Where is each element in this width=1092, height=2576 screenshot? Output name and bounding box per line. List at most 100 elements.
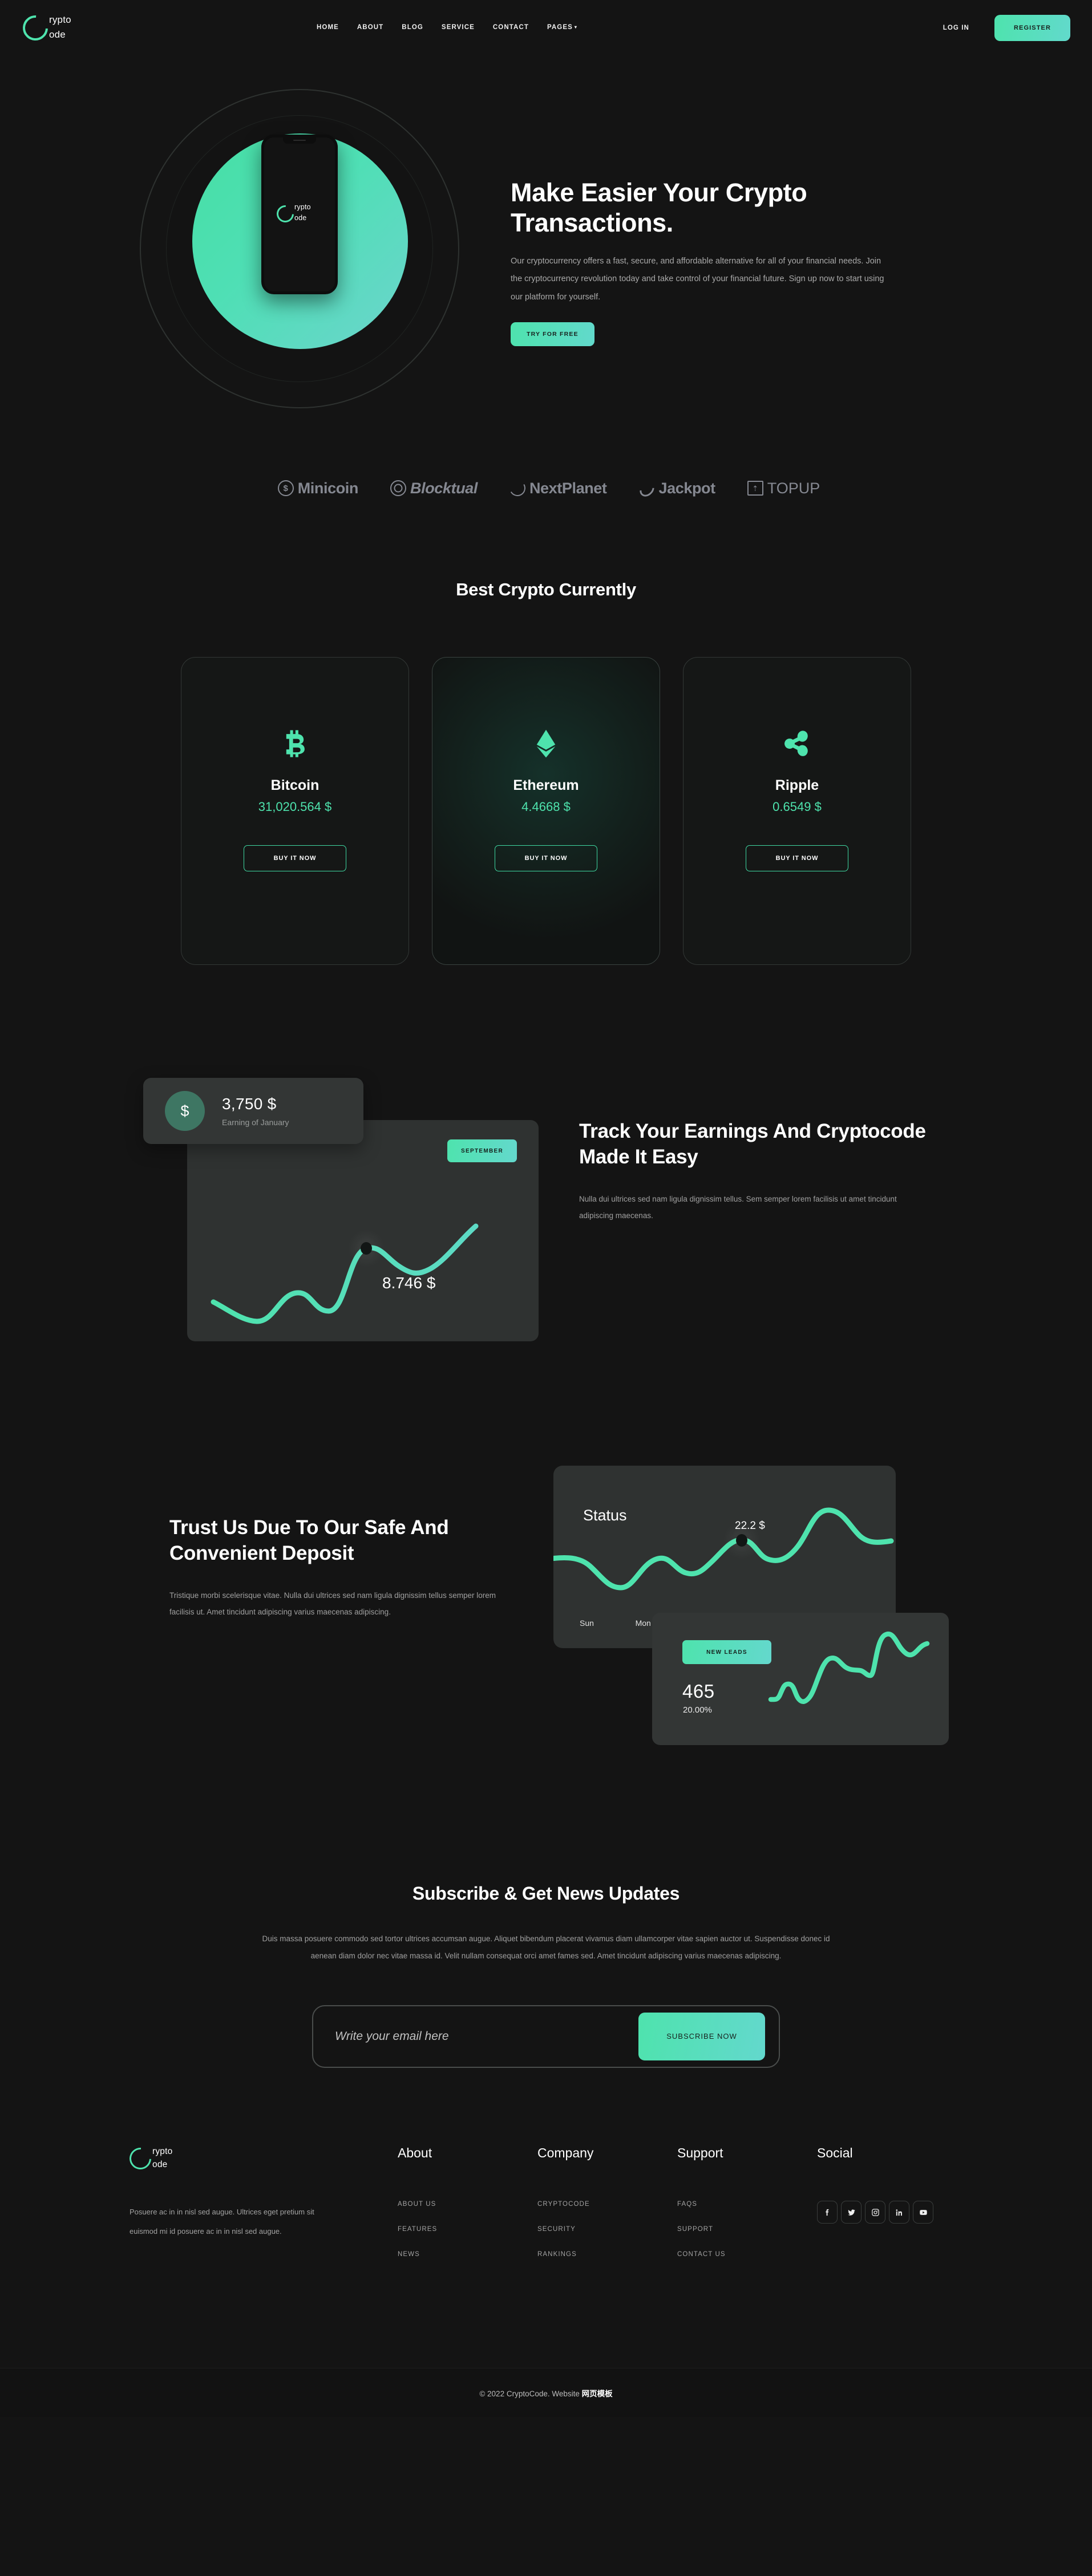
- youtube-icon[interactable]: [913, 2201, 933, 2224]
- facebook-icon[interactable]: [817, 2201, 838, 2224]
- earnings-amount: 3,750 $: [222, 1095, 277, 1113]
- nav-item-about[interactable]: ABOUT: [357, 24, 383, 31]
- phone-logo-c-ring-icon: [273, 201, 298, 226]
- footer-link-features[interactable]: FEATURES: [398, 2226, 537, 2233]
- phone-notch: [283, 137, 316, 144]
- copyright-link[interactable]: 网页模板: [582, 2390, 613, 2398]
- footer-column-company: Company CRYPTOCODE SECURITY RANKINGS: [537, 2145, 677, 2258]
- partner-minicoin[interactable]: $ Minicoin: [277, 479, 359, 497]
- track-title: Track Your Earnings And Cryptocode Made …: [579, 1120, 926, 1168]
- page-root: rypto ode HOME ABOUT BLOG SERVICE CONTAC…: [0, 0, 1092, 2417]
- partner-topup-label: TOPUP: [767, 479, 820, 497]
- track-copy: Track Your Earnings And Cryptocode Made …: [579, 1119, 933, 1224]
- footer-logo[interactable]: rypto ode: [125, 2143, 221, 2177]
- track-subtitle: Nulla dui ultrices sed nam ligula dignis…: [579, 1194, 897, 1220]
- footer-link-cryptocode[interactable]: CRYPTOCODE: [537, 2201, 677, 2208]
- twitter-icon[interactable]: [841, 2201, 862, 2224]
- buy-it-now-button-bitcoin[interactable]: BUY IT NOW: [244, 845, 346, 871]
- partner-topup[interactable]: ⇡ TOPUP: [747, 480, 820, 497]
- crypto-card-ripple[interactable]: Ripple 0.6549 $ BUY IT NOW: [683, 657, 911, 965]
- footer-logo-line1: rypto: [152, 2147, 173, 2156]
- footer-link-contact-us[interactable]: CONTACT US: [677, 2251, 817, 2258]
- new-leads-line-chart: [768, 1632, 930, 1704]
- partner-minicoin-label: Minicoin: [297, 479, 359, 497]
- hero-title: Make Easier Your Crypto Transactions.: [511, 178, 807, 238]
- phone-logo-line2: ode: [294, 214, 307, 222]
- best-crypto-title: Best Crypto Currently: [456, 579, 636, 599]
- dollar-coin-icon: $: [277, 480, 294, 496]
- phone-screen-logo: rypto ode: [273, 201, 322, 227]
- trust-title: Trust Us Due To Our Safe And Convenient …: [169, 1516, 449, 1564]
- instagram-icon[interactable]: [865, 2201, 885, 2224]
- try-for-free-button[interactable]: TRY FOR FREE: [511, 322, 594, 346]
- crypto-card-bitcoin-price: 31,020.564 $: [258, 800, 332, 814]
- partner-logos-row: $ Minicoin Blocktual NextPlanet Jackpot …: [0, 431, 1092, 545]
- subscribe-now-button[interactable]: SUBSCRIBE NOW: [638, 2012, 765, 2060]
- brand-logo-text: rypto ode: [49, 13, 71, 42]
- partner-blocktual-label: Blocktual: [410, 479, 478, 497]
- crypto-card-bitcoin-name: Bitcoin: [270, 777, 319, 793]
- footer-grid: rypto ode Posuere ac in in nisl sed augu…: [112, 2143, 980, 2258]
- footer-links-about: ABOUT US FEATURES NEWS: [398, 2201, 537, 2258]
- nav-item-pages-label: PAGES: [547, 24, 573, 31]
- nav-actions: LOG IN REGISTER: [943, 15, 1070, 41]
- footer-heading-about: About: [398, 2145, 432, 2160]
- linkedin-icon[interactable]: [889, 2201, 909, 2224]
- hero-section: rypto ode Make Easier Your Crypto Transa…: [0, 55, 1092, 431]
- ethereum-icon: [531, 725, 561, 762]
- partner-nextplanet[interactable]: NextPlanet: [507, 478, 607, 498]
- subscribe-description: Duis massa posuere commodo sed tortor ul…: [262, 1934, 830, 1961]
- buy-it-now-button-ripple[interactable]: BUY IT NOW: [746, 845, 848, 871]
- buy-it-now-button-ethereum[interactable]: BUY IT NOW: [495, 845, 597, 871]
- earnings-period-label: Earning of January: [222, 1118, 289, 1127]
- partner-jackpot[interactable]: Jackpot: [636, 478, 716, 500]
- trust-subtitle: Tristique morbi scelerisque vitae. Nulla…: [169, 1591, 496, 1617]
- earnings-summary-card: $ 3,750 $ Earning of January: [143, 1078, 363, 1144]
- nav-item-contact[interactable]: CONTACT: [493, 24, 529, 31]
- footer-link-about-us[interactable]: ABOUT US: [398, 2201, 537, 2208]
- footer-link-news[interactable]: NEWS: [398, 2251, 537, 2258]
- nav-item-service[interactable]: SERVICE: [442, 24, 475, 31]
- brand-logo-line2: ode: [49, 29, 66, 40]
- login-link[interactable]: LOG IN: [943, 25, 969, 31]
- footer-heading-company: Company: [537, 2145, 594, 2160]
- footer-description: Posuere ac in in nisl sed augue. Ultrice…: [130, 2208, 314, 2236]
- footer-link-rankings[interactable]: RANKINGS: [537, 2251, 677, 2258]
- earnings-chart-card: SEPTEMBER 8.746 $: [187, 1120, 539, 1341]
- footer-social-links: [817, 2201, 965, 2224]
- footer-link-security[interactable]: SECURITY: [537, 2226, 677, 2233]
- crypto-card-ethereum-price: 4.4668 $: [521, 800, 571, 814]
- earnings-chart-point: [361, 1242, 372, 1255]
- hero-subtitle: Our cryptocurrency offers a fast, secure…: [511, 257, 884, 302]
- chevron-down-icon: ▾: [574, 25, 578, 30]
- copyright-bar: © 2022 CryptoCode. Website 网页模板: [0, 2368, 1092, 2417]
- nav-item-home[interactable]: HOME: [317, 24, 339, 31]
- trust-section: Trust Us Due To Our Safe And Convenient …: [0, 1450, 1092, 1849]
- footer-logo-c-ring-icon: [125, 2143, 156, 2174]
- crypto-card-bitcoin[interactable]: Bitcoin 31,020.564 $ BUY IT NOW: [181, 657, 409, 965]
- dollar-badge-icon: $: [165, 1091, 205, 1131]
- nav-item-pages[interactable]: PAGES ▾: [547, 24, 577, 31]
- status-chart-point: [736, 1534, 747, 1547]
- brand-logo[interactable]: rypto ode: [17, 10, 126, 47]
- footer-column-social: Social: [817, 2145, 965, 2258]
- footer-link-faqs[interactable]: FAQS: [677, 2201, 817, 2208]
- footer-link-support[interactable]: SUPPORT: [677, 2226, 817, 2233]
- crypto-card-ethereum[interactable]: Ethereum 4.4668 $ BUY IT NOW: [432, 657, 660, 965]
- copyright-prefix: © 2022 CryptoCode. Website: [479, 2389, 582, 2398]
- footer-brand: rypto ode Posuere ac in in nisl sed augu…: [112, 2143, 398, 2258]
- moon-icon: [636, 478, 657, 500]
- subscribe-title: Subscribe & Get News Updates: [412, 1883, 680, 1904]
- status-axis-label-sun: Sun: [580, 1618, 594, 1628]
- trust-copy: Trust Us Due To Our Safe And Convenient …: [169, 1515, 512, 1621]
- register-button[interactable]: REGISTER: [994, 15, 1070, 41]
- hero-copy: Make Easier Your Crypto Transactions. Ou…: [511, 177, 910, 346]
- footer-logo-line2: ode: [152, 2160, 168, 2169]
- crypto-card-ripple-name: Ripple: [775, 777, 819, 793]
- footer-heading-social: Social: [817, 2145, 853, 2160]
- ripple-icon: [782, 725, 812, 762]
- partner-jackpot-label: Jackpot: [658, 479, 716, 497]
- nav-item-blog[interactable]: BLOG: [402, 24, 423, 31]
- email-input[interactable]: [335, 2029, 638, 2043]
- partner-blocktual[interactable]: Blocktual: [390, 480, 478, 497]
